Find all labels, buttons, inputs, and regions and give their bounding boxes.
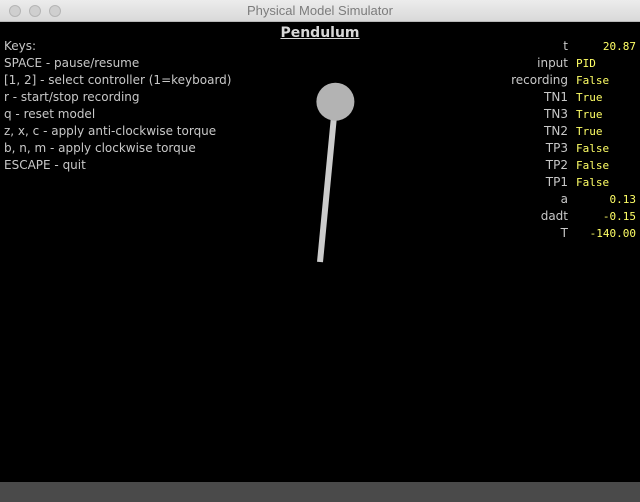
status-key: T [560, 226, 568, 240]
app-window: Physical Model Simulator Pendulum Keys: … [0, 0, 640, 502]
status-row-a: a 0.13 [488, 191, 636, 208]
status-key: TP3 [545, 141, 568, 155]
status-key: TP1 [545, 175, 568, 189]
title-bar: Physical Model Simulator [0, 0, 640, 22]
window-title: Physical Model Simulator [247, 3, 393, 18]
status-value: -140.00 [589, 227, 636, 240]
status-key: recording [511, 73, 568, 87]
pendulum-bob [316, 82, 355, 121]
status-value: True [576, 91, 603, 104]
status-key: dadt [540, 209, 568, 223]
pendulum-rod [317, 101, 339, 263]
status-row-tp1: TP1 False [488, 174, 636, 191]
status-key: TN3 [544, 107, 568, 121]
key-help-line: r - start/stop recording [4, 90, 140, 104]
status-value: False [576, 142, 610, 155]
status-key: TN2 [544, 124, 568, 138]
key-help-line: z, x, c - apply anti-clockwise torque [4, 124, 217, 138]
status-key: t [563, 39, 568, 53]
status-value: 0.13 [609, 193, 637, 206]
key-help-line: q - reset model [4, 107, 96, 121]
status-value: -0.15 [602, 210, 636, 223]
status-row-input: input PID [488, 55, 636, 72]
keys-help-panel: Keys: SPACE - pause/resume [1, 2] - sele… [4, 38, 231, 174]
status-value: PID [576, 57, 596, 70]
status-value: True [576, 125, 603, 138]
status-row-t: t 20.87 [488, 38, 636, 55]
status-key: a [560, 192, 568, 206]
status-row-tp3: TP3 False [488, 140, 636, 157]
status-value: 20.87 [602, 40, 636, 53]
key-help-line: ESCAPE - quit [4, 158, 86, 172]
status-value: True [576, 108, 603, 121]
status-key: input [537, 56, 568, 70]
simulation-canvas[interactable]: Pendulum Keys: SPACE - pause/resume [1, … [0, 22, 640, 482]
status-value: False [576, 159, 610, 172]
status-key: TN1 [544, 90, 568, 104]
status-row-tp2: TP2 False [488, 157, 636, 174]
status-value: False [576, 176, 610, 189]
status-value: False [576, 74, 610, 87]
key-help-line: [1, 2] - select controller (1=keyboard) [4, 73, 232, 87]
key-help-line: SPACE - pause/resume [4, 56, 140, 70]
status-row-dadt: dadt -0.15 [488, 208, 636, 225]
status-key: TP2 [545, 158, 568, 172]
status-panel: t 20.87 input PID recording False TN1 Tr… [488, 38, 636, 242]
keys-heading: Keys: [4, 39, 37, 53]
status-row-tn1: TN1 True [488, 89, 636, 106]
status-row-tn3: TN3 True [488, 106, 636, 123]
status-row-tn2: TN2 True [488, 123, 636, 140]
status-row-torque: T -140.00 [488, 225, 636, 242]
status-row-recording: recording False [488, 72, 636, 89]
key-help-line: b, n, m - apply clockwise torque [4, 141, 196, 155]
bottom-bar [0, 482, 640, 502]
